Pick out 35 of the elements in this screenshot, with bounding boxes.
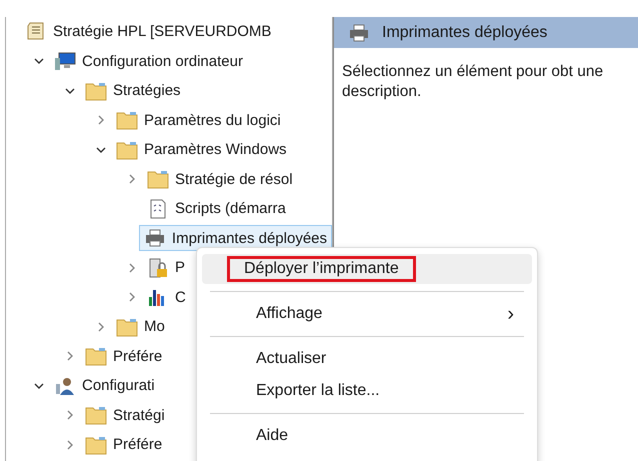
folder-icon (116, 316, 138, 337)
tree-item[interactable]: Mo (111, 314, 170, 340)
printer-icon (348, 22, 370, 42)
menu-item[interactable]: Déployer l’imprimante (202, 254, 532, 284)
tree-item[interactable]: Préfére (80, 343, 168, 370)
tree-item[interactable]: Préfére (80, 432, 168, 458)
printer-icon (144, 228, 166, 248)
folder-icon (147, 169, 169, 190)
folder-icon (85, 346, 107, 366)
tree-item[interactable]: Scripts (démarra (142, 196, 291, 222)
detail-title: Imprimantes déployées (382, 24, 548, 42)
folder-icon (116, 140, 138, 160)
server-lock-icon (147, 258, 169, 278)
tree-item[interactable]: Stratégi (80, 402, 170, 428)
tree-item[interactable]: Stratégie HPL [SERVEURDOMB (20, 18, 276, 45)
tree-item[interactable]: Stratégies (80, 78, 186, 104)
menu-item[interactable]: Exporter la liste... (202, 376, 532, 406)
submenu-arrow-icon: › (507, 302, 514, 326)
tree-item[interactable]: Paramètres Windows (111, 136, 292, 163)
tree-item[interactable]: Stratégie de résol (142, 166, 298, 192)
user-icon (54, 376, 76, 396)
folder-icon (85, 80, 107, 101)
menu-item[interactable]: Actualiser (202, 344, 532, 374)
folder-icon (85, 405, 107, 426)
tree-item[interactable]: Configurati (49, 372, 160, 399)
menu-item[interactable]: Affichage › (202, 299, 532, 329)
tree-item[interactable]: Paramètres du logici (111, 107, 286, 134)
computer-icon (54, 51, 76, 72)
tree-item[interactable]: Configuration ordinateur (49, 48, 248, 74)
tree-item[interactable]: P (142, 254, 190, 281)
menu-item[interactable]: Aide (202, 421, 532, 451)
tree-item[interactable]: C (142, 284, 191, 310)
folder-icon (116, 110, 138, 130)
folder-icon (85, 434, 107, 455)
detail-description: Sélectionnez un élément pour obt une description. (342, 62, 604, 102)
